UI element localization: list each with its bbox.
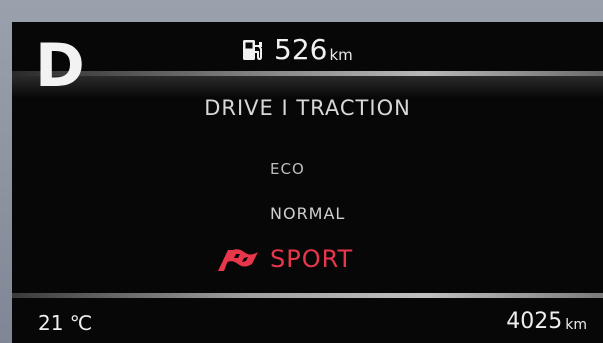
mode-option-normal[interactable]: NORMAL [270,204,345,223]
gear-indicator: D [35,31,85,101]
sport-flag-icon [218,249,258,271]
mode-option-sport[interactable]: SPORT [214,244,353,274]
sport-label: SPORT [270,245,354,273]
mode-menu-title: DRIVE I TRACTION [204,96,411,120]
mode-option-eco[interactable]: ECO [270,160,305,178]
odometer-unit: km [565,317,587,333]
cluster-display: D 526 km DRIVE I TRACTION ECO NORMAL SPO… [12,22,603,343]
odometer: 4025 km [506,309,587,335]
range-value: 526 [274,33,328,66]
header-divider [12,71,603,98]
footer-divider [12,293,603,298]
odometer-value: 4025 [506,309,563,334]
range-unit: km [329,46,353,64]
fuel-range: 526 km [240,35,353,65]
fuel-pump-icon [243,40,262,61]
outside-temperature: 21 ℃ [38,311,93,335]
